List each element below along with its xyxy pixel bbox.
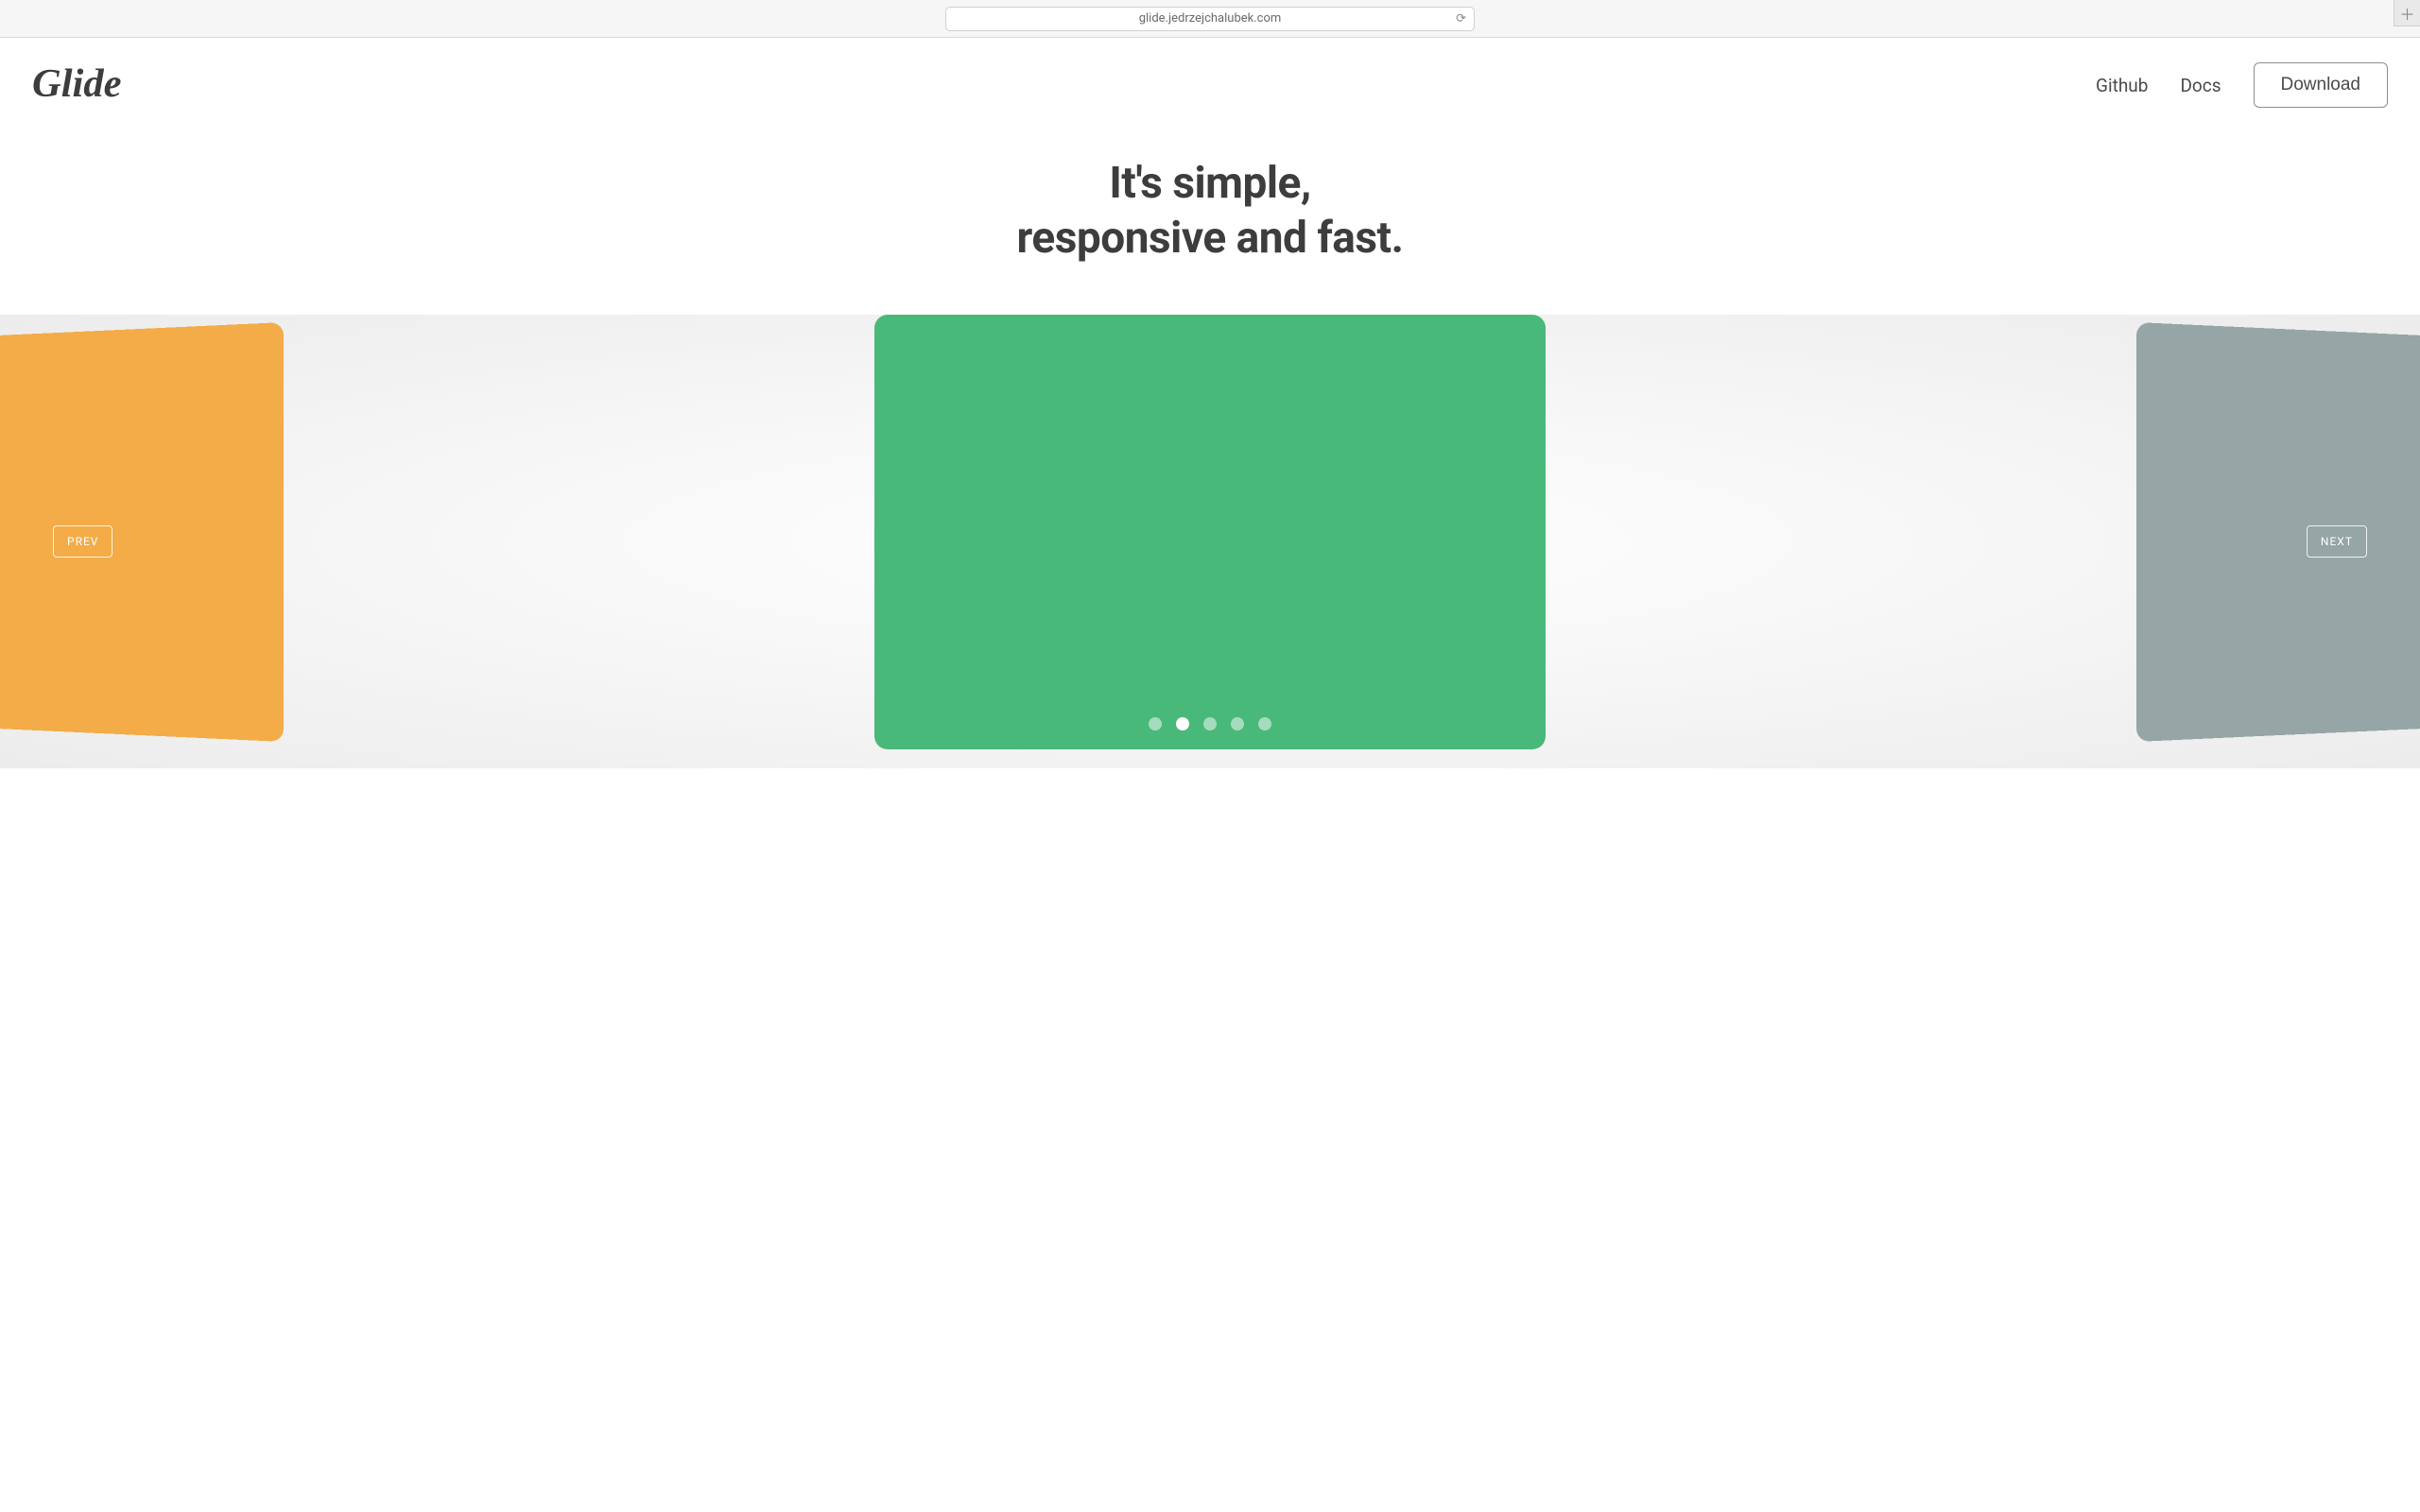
carousel-dot[interactable] [1231,717,1244,730]
url-text: glide.jedrzejchalubek.com [1139,11,1282,26]
svg-text:Glide: Glide [32,61,122,106]
carousel-prev-button[interactable]: PREV [53,525,112,558]
carousel: PREV NEXT [0,315,2420,768]
hero: It's simple, responsive and fast. [0,157,2420,266]
carousel-dot[interactable] [1149,717,1162,730]
carousel-slide-active[interactable] [874,315,1546,749]
carousel-dot[interactable] [1203,717,1217,730]
nav-link-docs[interactable]: Docs [2180,75,2221,96]
carousel-dot[interactable] [1176,717,1189,730]
page-content: Glide Github Docs Download It's simple, … [0,38,2420,1512]
carousel-dots [1149,717,1271,730]
carousel-dot[interactable] [1258,717,1271,730]
refresh-icon[interactable]: ⟳ [1456,11,1466,26]
logo[interactable]: Glide [32,59,155,112]
browser-toolbar: glide.jedrzejchalubek.com ⟳ ＋ [0,0,2420,38]
carousel-slide-prev[interactable] [0,322,284,742]
url-bar[interactable]: glide.jedrzejchalubek.com ⟳ [945,7,1475,31]
carousel-slide-next[interactable] [2136,322,2420,742]
carousel-next-button[interactable]: NEXT [2307,525,2367,558]
nav-link-github[interactable]: Github [2096,75,2148,96]
new-tab-button[interactable]: ＋ [2394,0,2420,26]
plus-icon: ＋ [2399,2,2414,25]
hero-heading: It's simple, responsive and fast. [0,157,2420,266]
hero-line-2: responsive and fast. [1017,213,1404,264]
hero-line-1: It's simple, [1109,158,1310,209]
logo-icon: Glide [32,59,155,112]
site-nav: Glide Github Docs Download [0,38,2420,121]
nav-links: Github Docs Download [2096,62,2388,108]
download-button[interactable]: Download [2254,62,2389,108]
